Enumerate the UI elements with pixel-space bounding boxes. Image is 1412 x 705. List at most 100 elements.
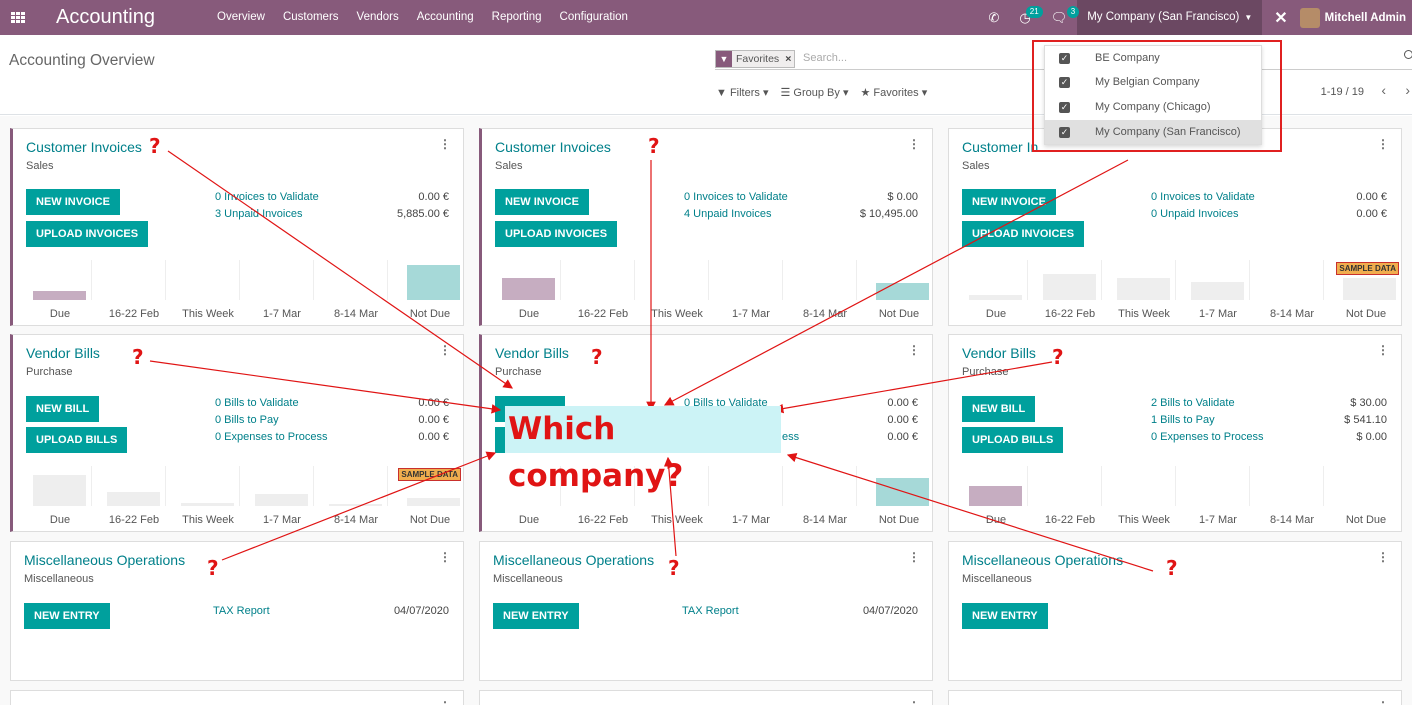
stat-link[interactable]: 0 Expenses to Process [1151, 431, 1264, 443]
filters-dropdown[interactable]: ▼ Filters ▾ [716, 86, 768, 99]
bar-16-22-feb[interactable] [1043, 274, 1096, 300]
card-title[interactable]: Miscellaneous Operations [493, 552, 654, 568]
stat-link[interactable]: ess [782, 431, 799, 443]
chevron-right-icon[interactable]: › [1405, 82, 1410, 98]
pager-value[interactable]: 1-19 / 19 [1321, 86, 1364, 98]
kebab-menu-icon[interactable]: ⋮ [908, 343, 920, 357]
bar-due[interactable] [33, 291, 86, 300]
kebab-menu-icon[interactable]: ⋮ [1377, 343, 1389, 357]
menu-configuration[interactable]: Configuration [551, 0, 637, 35]
kebab-menu-icon[interactable]: ⋮ [439, 699, 451, 705]
tax-report-link[interactable]: TAX Report [213, 605, 270, 617]
bar-not-due[interactable] [876, 478, 929, 506]
activity-clock-icon[interactable]: ◷ 21 [1009, 5, 1043, 26]
new-invoice-button[interactable]: NEW INVOICE [962, 189, 1056, 215]
stat-link[interactable]: 0 Invoices to Validate [684, 191, 788, 203]
menu-vendors[interactable]: Vendors [348, 0, 408, 35]
app-title[interactable]: Accounting [56, 6, 208, 29]
favorites-dropdown[interactable]: ★ Favorites ▾ [860, 86, 927, 99]
new-bill-button[interactable]: NEW BILL [962, 396, 1036, 422]
card-title[interactable]: Vendor Bills [26, 345, 100, 361]
stat-link[interactable]: 0 Bills to Validate [215, 397, 299, 409]
stat-link[interactable]: 1 Bills to Pay [1151, 414, 1215, 426]
bar-not-due[interactable] [407, 265, 460, 300]
top-navbar: Accounting Overview Customers Vendors Ac… [0, 0, 1412, 35]
stat-link[interactable]: 0 Invoices to Validate [215, 191, 319, 203]
menu-reporting[interactable]: Reporting [483, 0, 551, 35]
remove-facet-icon[interactable]: × [782, 51, 794, 67]
upload-bills-button[interactable]: UPLOAD BILLS [962, 427, 1064, 453]
upload-invoices-button[interactable]: UPLOAD INVOICES [26, 221, 149, 247]
stat-link[interactable]: 2 Bills to Validate [1151, 397, 1235, 409]
kebab-menu-icon[interactable]: ⋮ [908, 550, 920, 564]
chevron-left-icon[interactable]: ‹ [1381, 82, 1386, 98]
card-title[interactable]: Miscellaneous Operations [962, 552, 1123, 568]
menu-accounting[interactable]: Accounting [408, 0, 483, 35]
upload-invoices-button[interactable]: UPLOAD INVOICES [962, 221, 1085, 247]
bar-16-22-feb[interactable] [107, 492, 160, 506]
new-invoice-button[interactable]: NEW INVOICE [495, 189, 589, 215]
kebab-menu-icon[interactable]: ⋮ [908, 699, 920, 705]
aging-chart[interactable] [959, 466, 1391, 506]
groupby-icon: ☰ [780, 87, 791, 99]
gridline [856, 466, 857, 506]
bar-1-7-mar[interactable] [1191, 282, 1244, 300]
bar-due[interactable] [969, 295, 1022, 300]
phone-icon[interactable]: ✆ [978, 10, 1009, 26]
new-bill-button[interactable]: NEW BILL [26, 396, 100, 422]
aging-chart[interactable] [23, 466, 460, 506]
menu-customers[interactable]: Customers [274, 0, 348, 35]
kebab-menu-icon[interactable]: ⋮ [1377, 550, 1389, 564]
upload-bills-button[interactable]: UPLOAD BILLS [26, 427, 128, 453]
chart-labels: Due 16-22 Feb This Week 1-7 Mar 8-14 Mar… [959, 308, 1391, 322]
company-switcher[interactable]: My Company (San Francisco) ▼ [1077, 0, 1263, 35]
bar-not-due[interactable] [876, 283, 929, 300]
groupby-dropdown[interactable]: ☰ Group By ▾ [780, 86, 848, 99]
kebab-menu-icon[interactable]: ⋮ [439, 550, 451, 564]
stat-link[interactable]: 0 Unpaid Invoices [1151, 208, 1238, 220]
bar-not-due[interactable] [1343, 278, 1396, 300]
stat-link[interactable]: 0 Bills to Pay [215, 414, 279, 426]
aging-chart[interactable] [23, 260, 460, 300]
card-title[interactable]: Customer In [962, 139, 1038, 155]
bar-this-week[interactable] [1117, 278, 1170, 300]
aging-chart[interactable] [959, 260, 1396, 300]
bar-this-week[interactable] [181, 503, 234, 506]
search-icon[interactable] [1404, 50, 1412, 59]
close-icon[interactable]: ✕ [1262, 8, 1299, 28]
upload-invoices-button[interactable]: UPLOAD INVOICES [495, 221, 618, 247]
card-subtitle: Miscellaneous [24, 573, 94, 585]
bar-due[interactable] [33, 475, 86, 506]
new-entry-button[interactable]: NEW ENTRY [493, 603, 579, 629]
new-invoice-button[interactable]: NEW INVOICE [26, 189, 120, 215]
aging-chart[interactable] [492, 260, 929, 300]
search-input[interactable]: Search... [803, 52, 847, 64]
bar-1-7-mar[interactable] [255, 494, 308, 506]
stat-link[interactable]: 0 Invoices to Validate [1151, 191, 1255, 203]
menu-overview[interactable]: Overview [208, 0, 274, 35]
kebab-menu-icon[interactable]: ⋮ [1377, 699, 1389, 705]
stat-link[interactable]: 4 Unpaid Invoices [684, 208, 771, 220]
card-title[interactable]: Customer Invoices [495, 139, 611, 155]
bar-due[interactable] [502, 278, 555, 300]
kebab-menu-icon[interactable]: ⋮ [439, 343, 451, 357]
messages-icon[interactable]: 🗨 3 [1041, 5, 1080, 26]
kebab-menu-icon[interactable]: ⋮ [1377, 137, 1389, 151]
bar-due[interactable] [969, 486, 1022, 506]
kebab-menu-icon[interactable]: ⋮ [439, 137, 451, 151]
kebab-menu-icon[interactable]: ⋮ [908, 137, 920, 151]
card-title[interactable]: Vendor Bills [962, 345, 1036, 361]
card-title[interactable]: Miscellaneous Operations [24, 552, 185, 568]
filter-icon: ▼ [716, 87, 727, 99]
bar-8-14-mar[interactable] [329, 504, 382, 506]
user-menu[interactable]: Mitchell Admin [1299, 7, 1412, 28]
stat-link[interactable]: 0 Expenses to Process [215, 431, 328, 443]
new-entry-button[interactable]: NEW ENTRY [962, 603, 1048, 629]
tax-report-link[interactable]: TAX Report [682, 605, 739, 617]
new-entry-button[interactable]: NEW ENTRY [24, 603, 110, 629]
card-title[interactable]: Vendor Bills [495, 345, 569, 361]
bar-not-due[interactable] [407, 498, 460, 506]
apps-menu-icon[interactable] [0, 0, 36, 35]
stat-link[interactable]: 3 Unpaid Invoices [215, 208, 302, 220]
card-title[interactable]: Customer Invoices [26, 139, 142, 155]
